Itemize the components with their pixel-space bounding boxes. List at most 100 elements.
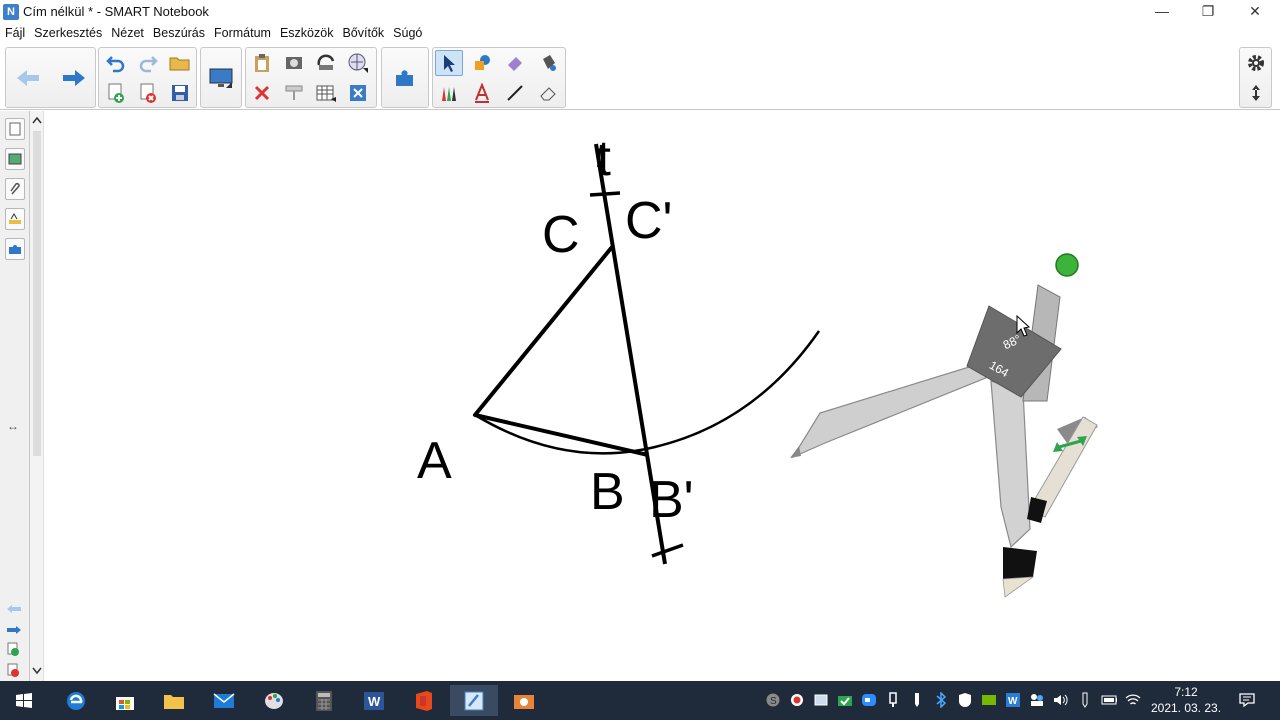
insert-table-button[interactable] <box>312 80 340 106</box>
undo-button[interactable] <box>102 50 130 76</box>
paste-button[interactable] <box>248 50 276 76</box>
system-clock[interactable]: 7:12 2021. 03. 23. <box>1150 684 1222 716</box>
notebook-page-canvas[interactable]: t C C' A B B' 88° 164 <box>45 111 1280 681</box>
tray-usb[interactable] <box>885 692 901 708</box>
delete-page-icon <box>140 83 156 103</box>
record-icon <box>791 694 803 706</box>
taskbar-camera[interactable] <box>500 685 548 716</box>
eraser-button[interactable] <box>501 50 529 76</box>
sidebar-forward-button[interactable] <box>6 622 22 640</box>
eraser-icon <box>508 57 522 71</box>
tray-record[interactable] <box>789 692 805 708</box>
paste-icon <box>255 54 269 72</box>
resize-handle[interactable]: ↔ <box>7 419 19 433</box>
screen-capture-icon <box>286 57 302 69</box>
screen-capture-button[interactable] <box>280 50 308 76</box>
document-camera-button[interactable] <box>344 50 372 76</box>
tray-pen-workspace[interactable] <box>1077 692 1093 708</box>
taskbar-word[interactable]: W <box>350 685 398 716</box>
open-folder-icon <box>169 57 190 71</box>
addons-tab[interactable] <box>5 238 25 260</box>
redo-button[interactable] <box>134 50 162 76</box>
menu-file[interactable]: Fájl <box>5 26 25 40</box>
previous-page-button[interactable] <box>8 51 48 105</box>
start-button[interactable] <box>0 685 48 716</box>
properties-tab[interactable] <box>5 208 25 230</box>
next-page-button[interactable] <box>54 51 94 105</box>
line-tool-button[interactable] <box>501 80 529 106</box>
menu-edit[interactable]: Szerkesztés <box>34 26 102 40</box>
taskbar-paint3d[interactable] <box>250 685 298 716</box>
rotate-handle[interactable] <box>1055 253 1079 277</box>
fill-tool-button[interactable] <box>534 50 562 76</box>
menu-view[interactable]: Nézet <box>111 26 144 40</box>
tray-shield[interactable] <box>957 692 973 708</box>
text-tool-button[interactable] <box>468 80 496 106</box>
menu-insert[interactable]: Beszúrás <box>153 26 205 40</box>
close-button[interactable]: ✕ <box>1232 0 1278 23</box>
save-button[interactable] <box>166 80 194 106</box>
shapes-tool-button[interactable] <box>468 50 496 76</box>
select-tool-button[interactable] <box>435 50 463 76</box>
settings-button[interactable] <box>1242 50 1270 76</box>
screen-shade-icon <box>285 85 303 100</box>
svg-text:W: W <box>368 694 381 709</box>
add-page-button[interactable] <box>102 80 130 106</box>
window-title: Cím nélkül * - SMART Notebook <box>23 4 209 19</box>
menu-tools[interactable]: Eszközök <box>280 26 334 40</box>
tray-nvidia[interactable] <box>981 692 997 708</box>
pens-tool-button[interactable] <box>435 80 463 106</box>
tray-security[interactable] <box>837 692 853 708</box>
attachments-tab[interactable] <box>5 178 25 200</box>
tray-skype[interactable]: S <box>765 692 781 708</box>
add-page-icon <box>108 83 124 103</box>
screen-shade-toggle-button[interactable] <box>280 80 308 106</box>
open-button[interactable] <box>166 50 194 76</box>
tray-zoom[interactable] <box>861 692 877 708</box>
tray-word[interactable]: W <box>1005 692 1021 708</box>
vertical-scrollbar[interactable] <box>30 111 44 681</box>
clock-date: 2021. 03. 23. <box>1150 701 1222 715</box>
windows-start-icon <box>16 692 32 708</box>
menu-format[interactable]: Formátum <box>214 26 271 40</box>
tray-volume[interactable] <box>1053 692 1069 708</box>
tray-wifi[interactable] <box>1125 692 1141 708</box>
action-center-button[interactable] <box>1239 692 1255 708</box>
sidebar-add-page-button[interactable] <box>6 642 20 661</box>
move-toolbar-button[interactable] <box>1242 80 1270 106</box>
edge-icon <box>67 691 85 710</box>
sidebar-back-button[interactable] <box>6 601 22 619</box>
full-screen-button[interactable] <box>344 80 372 106</box>
toolbar-edit-group <box>98 47 197 108</box>
tray-bluetooth[interactable] <box>933 692 949 708</box>
tray-snip[interactable] <box>813 692 829 708</box>
taskbar-office[interactable] <box>400 685 448 716</box>
menu-help[interactable]: Súgó <box>393 26 422 40</box>
taskbar-store[interactable] <box>101 685 149 716</box>
tray-people[interactable] <box>1029 692 1045 708</box>
calculator-icon <box>316 690 332 711</box>
show-hide-button[interactable] <box>312 50 340 76</box>
taskbar-file-explorer[interactable] <box>150 685 198 716</box>
minimize-button[interactable]: — <box>1139 0 1185 23</box>
gallery-tab[interactable] <box>5 148 25 170</box>
taskbar-calculator[interactable] <box>300 685 348 716</box>
compass-tool[interactable] <box>790 284 1098 598</box>
eraser-tool-button[interactable] <box>534 80 562 106</box>
sidebar-delete-page-button[interactable] <box>6 663 20 682</box>
taskbar-smart-notebook[interactable] <box>450 685 498 716</box>
taskbar-edge[interactable] <box>52 685 100 716</box>
screen-shade-button[interactable] <box>201 51 241 105</box>
label-c-prime: C' <box>625 192 673 250</box>
delete-button[interactable] <box>248 80 276 106</box>
label-b-prime: B' <box>649 471 694 529</box>
page-sorter-tab[interactable] <box>5 118 25 140</box>
restore-button[interactable]: ❐ <box>1185 0 1231 23</box>
taskbar-mail[interactable] <box>200 685 248 716</box>
tray-pen[interactable] <box>909 692 925 708</box>
addons-button[interactable] <box>385 51 425 105</box>
battery-icon <box>1101 695 1117 705</box>
delete-page-button[interactable] <box>134 80 162 106</box>
tray-battery[interactable] <box>1101 692 1117 708</box>
menu-addons[interactable]: Bővítők <box>342 26 384 40</box>
